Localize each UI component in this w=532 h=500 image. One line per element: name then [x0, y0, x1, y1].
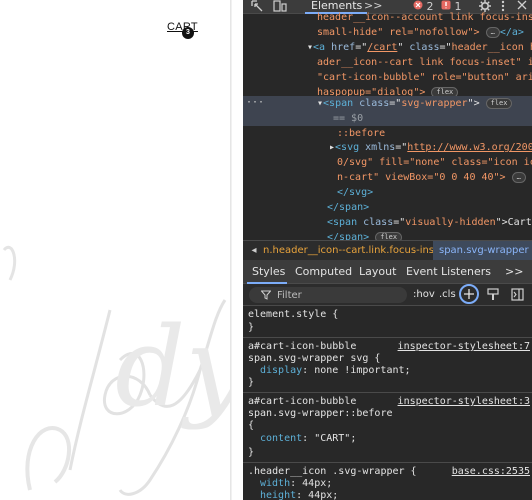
- plus-icon: [464, 289, 474, 299]
- dom-line[interactable]: </span>: [327, 200, 532, 215]
- dom-line-hidden-span[interactable]: <span class="visually-hidden">Cart: [327, 215, 532, 230]
- rule-divider: [243, 337, 532, 338]
- page-viewport: CART 3 dy: [0, 0, 232, 500]
- sidebar-toggle-icon[interactable]: [511, 288, 524, 304]
- devtools-panel: Elements >> 2 1 header__icon--account li…: [243, 0, 532, 500]
- breadcrumb-scroll-left-icon[interactable]: ◂: [243, 241, 265, 260]
- filter-input[interactable]: [277, 289, 397, 301]
- dom-line-selected[interactable]: ··· ▾<span class="svg-wrapper"> flex == …: [243, 96, 532, 126]
- script-watermark: dy: [2, 246, 232, 496]
- dom-line-cart-anchor[interactable]: ▾<a href="/cart" class="header__icon he: [307, 40, 532, 55]
- rule-close: }: [248, 447, 255, 458]
- device-toolbar-icon[interactable]: [273, 0, 287, 14]
- element-style-selector[interactable]: element.style {: [248, 308, 338, 321]
- filter-icon: [261, 290, 271, 300]
- dom-line-svg[interactable]: ▸<svg xmlns="http://www.w3.org/200: [329, 140, 532, 155]
- new-style-rule-button[interactable]: [459, 284, 479, 304]
- dom-line[interactable]: header__icon--account link focus-inset: [317, 10, 532, 25]
- rule-source-link[interactable]: inspector-stylesheet:3: [398, 395, 530, 408]
- ellipsis-icon[interactable]: ···: [246, 96, 264, 110]
- dom-line-before[interactable]: ::before: [337, 126, 532, 141]
- rule-divider: [243, 462, 532, 463]
- css-declaration[interactable]: content: "CART";: [260, 432, 356, 445]
- more-subtabs-button[interactable]: >>: [505, 260, 523, 284]
- styles-pane: element.style { } a#cart-icon-bubble ins…: [243, 306, 532, 500]
- dom-line[interactable]: </svg>: [337, 185, 532, 200]
- tab-styles[interactable]: Styles: [252, 260, 285, 284]
- watermark-text: dy: [115, 303, 232, 431]
- tab-layout[interactable]: Layout: [359, 260, 396, 284]
- breadcrumb: ◂ n.header__icon--cart.link.focus-inset …: [243, 240, 532, 260]
- dom-line[interactable]: small-hide" rel="nofollow"> … </a>: [317, 25, 532, 40]
- dom-line[interactable]: n-cart" viewBox="0 0 40 40"> …: [337, 170, 532, 185]
- dom-line[interactable]: "cart-icon-bubble" role="button" aria-: [317, 70, 532, 85]
- inspect-icon[interactable]: [251, 0, 263, 14]
- rule-open: {: [248, 420, 255, 431]
- styles-filterbar: :hov .cls: [243, 284, 532, 306]
- page-scrollbar[interactable]: [230, 0, 232, 500]
- tab-event-listeners[interactable]: Event Listeners: [406, 260, 491, 284]
- filter-box: [249, 287, 407, 303]
- styles-subtabs: Styles Computed Layout Event Listeners >…: [243, 260, 532, 284]
- rule-selector[interactable]: span.svg-wrapper::before: [248, 407, 393, 420]
- dom-tree: header__icon--account link focus-inset s…: [243, 12, 532, 243]
- breadcrumb-item-active[interactable]: span.svg-wrapper: [433, 241, 532, 260]
- rule-source-link[interactable]: base.css:2535: [452, 465, 530, 478]
- css-declaration[interactable]: height: 44px;: [260, 489, 338, 500]
- hov-toggle[interactable]: :hov: [413, 289, 435, 300]
- paint-brush-icon[interactable]: [487, 288, 499, 304]
- rule-source-link[interactable]: inspector-stylesheet:7: [398, 340, 530, 353]
- rule-divider: [243, 392, 532, 393]
- rule-close: }: [248, 377, 255, 388]
- cls-toggle[interactable]: .cls: [439, 289, 456, 300]
- css-declaration[interactable]: display: none !important;: [260, 364, 411, 377]
- rule-close: }: [248, 322, 255, 333]
- breadcrumb-item[interactable]: n.header__icon--cart.link.focus-inset: [263, 241, 444, 261]
- dom-line[interactable]: ader__icon--cart link focus-inset" id=: [317, 55, 532, 70]
- tab-computed[interactable]: Computed: [295, 260, 352, 284]
- error-icon: [413, 0, 423, 10]
- dom-line[interactable]: 0/svg" fill="none" class="icon ico: [337, 155, 532, 170]
- issue-icon: [441, 0, 451, 10]
- cart-count-badge: 3: [182, 27, 194, 39]
